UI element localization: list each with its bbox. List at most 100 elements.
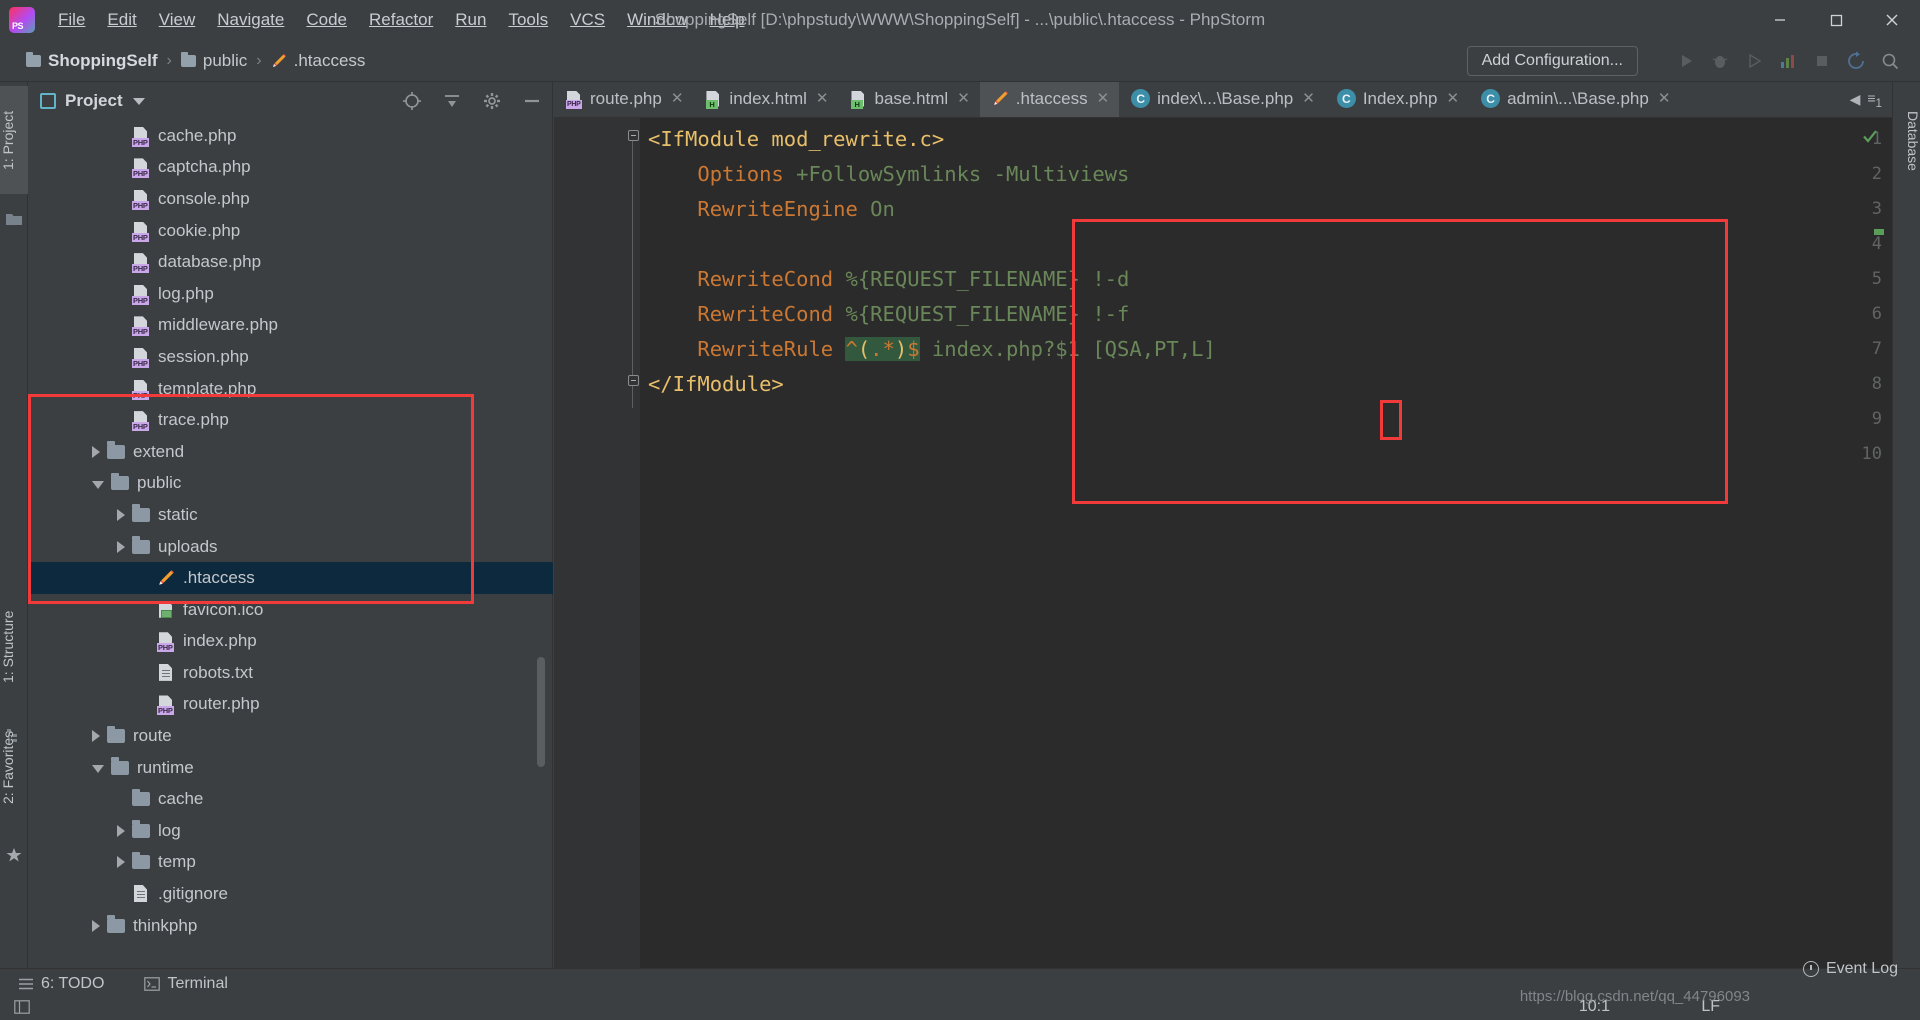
tree-row-runtime[interactable]: runtime (28, 752, 553, 784)
run-icon[interactable] (1676, 51, 1696, 71)
tree-row-cache-php[interactable]: cache.php (28, 120, 553, 152)
editor-tab-index-----base-php[interactable]: index\...\Base.php ✕ (1119, 82, 1325, 117)
code-editor[interactable]: 1 2 3 4 5 6 7 8 9 10 <IfModule mod_rewrite.c> Opt… (554, 118, 1892, 968)
close-icon[interactable]: ✕ (1302, 91, 1315, 106)
project-tree-scrollbar[interactable] (537, 657, 545, 767)
chevron-right-icon[interactable] (117, 824, 125, 837)
sidebar-tab-project[interactable]: 1: Project (0, 86, 28, 194)
menu-file[interactable]: File (47, 7, 96, 33)
code-line-6[interactable]: RewriteCond %{REQUEST_FILENAME} !-f (648, 297, 1129, 332)
close-icon[interactable]: ✕ (957, 91, 970, 106)
fold-toggle-open[interactable] (627, 118, 639, 153)
close-icon[interactable]: ✕ (671, 91, 684, 106)
tree-row-static[interactable]: static (28, 499, 553, 531)
tree-row-route[interactable]: route (28, 720, 553, 752)
editor-tab-index-html[interactable]: index.html ✕ (693, 82, 838, 117)
menu-vcs[interactable]: VCS (559, 7, 616, 33)
close-icon[interactable]: ✕ (1447, 91, 1460, 106)
tree-row-thinkphp[interactable]: thinkphp (28, 910, 553, 942)
tree-row-log[interactable]: log (28, 815, 553, 847)
close-button[interactable] (1864, 0, 1920, 40)
todo-tool-window-button[interactable]: 6: TODO (18, 975, 104, 993)
menu-code[interactable]: Code (295, 7, 358, 33)
chevron-right-icon[interactable] (92, 730, 100, 743)
chevron-right-icon[interactable] (92, 445, 100, 458)
editor-tab-index-php[interactable]: Index.php ✕ (1325, 82, 1469, 117)
terminal-tool-window-button[interactable]: Terminal (144, 975, 228, 993)
tree-row-favicon-ico[interactable]: favicon.ico (28, 594, 553, 626)
tree-row-middleware-php[interactable]: middleware.php (28, 310, 553, 342)
collapse-all-icon[interactable] (442, 91, 462, 111)
profile-icon[interactable] (1778, 51, 1798, 71)
tree-row-index-php[interactable]: index.php (28, 626, 553, 658)
add-configuration-button[interactable]: Add Configuration... (1466, 46, 1638, 76)
tree-row-log-php[interactable]: log.php (28, 278, 553, 310)
chevron-right-icon[interactable] (117, 508, 125, 521)
settings-gear-icon[interactable] (482, 91, 502, 111)
tree-row-captcha-php[interactable]: captcha.php (28, 152, 553, 184)
folder-icon[interactable] (6, 212, 22, 228)
chevron-right-icon[interactable] (92, 919, 100, 932)
sidebar-tab-favorites[interactable]: 2: Favorites (0, 702, 28, 832)
chevron-down-icon[interactable] (132, 97, 145, 105)
tree-row--gitignore[interactable]: .gitignore (28, 878, 553, 910)
tree-row-uploads[interactable]: uploads (28, 531, 553, 563)
chevron-right-icon[interactable] (117, 856, 125, 869)
tree-row-database-php[interactable]: database.php (28, 246, 553, 278)
close-icon[interactable]: ✕ (1097, 91, 1110, 106)
close-icon[interactable]: ✕ (1658, 91, 1671, 106)
tabs-overflow-arrow-icon[interactable]: ◀ (1850, 91, 1861, 108)
code-line-5[interactable]: RewriteCond %{REQUEST_FILENAME} !-d (648, 262, 1129, 297)
sidebar-tab-structure[interactable]: 1: Structure (0, 582, 28, 712)
menu-tools[interactable]: Tools (497, 7, 559, 33)
project-tree[interactable]: cache.php captcha.php console.php cookie.ph… (28, 120, 553, 990)
breadcrumb-item-project[interactable]: ShoppingSelf (26, 51, 158, 71)
toggle-sidebar-icon[interactable] (14, 1000, 30, 1018)
code-line-7[interactable]: RewriteRule ^(.*)$ index.php?$1 [QSA,PT,… (648, 332, 1216, 367)
editor-tab-base-html[interactable]: base.html ✕ (838, 82, 979, 117)
chevron-down-icon[interactable] (92, 765, 104, 774)
hide-panel-icon[interactable] (522, 91, 542, 111)
maximize-button[interactable] (1808, 0, 1864, 40)
tree-row-router-php[interactable]: router.php (28, 689, 553, 721)
tree-row--htaccess[interactable]: .htaccess (28, 562, 553, 594)
tree-row-extend[interactable]: extend (28, 436, 553, 468)
search-everywhere-icon[interactable] (1880, 51, 1900, 71)
code-line-8[interactable]: </IfModule> (648, 367, 784, 402)
tabs-list-icon[interactable]: ≡1 (1867, 90, 1882, 110)
tree-row-session-php[interactable]: session.php (28, 341, 553, 373)
tree-row-trace-php[interactable]: trace.php (28, 404, 553, 436)
menu-refactor[interactable]: Refactor (358, 7, 444, 33)
error-stripe-marker[interactable] (1874, 222, 1884, 235)
chevron-right-icon[interactable] (117, 540, 125, 553)
tree-row-template-php[interactable]: template.php (28, 373, 553, 405)
breadcrumb-item-file[interactable]: .htaccess (271, 51, 365, 71)
menu-window[interactable]: Window (616, 7, 698, 33)
editor-gutter[interactable] (554, 118, 640, 968)
event-log-button[interactable]: Event Log (1802, 960, 1898, 978)
tree-row-robots-txt[interactable]: robots.txt (28, 657, 553, 689)
editor-tab-route-php[interactable]: route.php ✕ (554, 82, 693, 117)
code-content[interactable]: <IfModule mod_rewrite.c> Options +Follow… (640, 118, 1892, 968)
star-icon[interactable] (6, 847, 22, 863)
update-project-icon[interactable] (1846, 51, 1866, 71)
menu-navigate[interactable]: Navigate (206, 7, 295, 33)
editor-tab--htaccess[interactable]: .htaccess ✕ (979, 82, 1120, 117)
inspection-ok-icon[interactable] (1862, 128, 1878, 144)
breadcrumb-item-public[interactable]: public (180, 51, 247, 71)
editor-tab-bar[interactable]: route.php✕index.html✕base.html✕.htaccess… (554, 82, 1892, 118)
chevron-down-icon[interactable] (92, 480, 104, 489)
code-line-1[interactable]: <IfModule mod_rewrite.c> (648, 122, 944, 157)
debug-icon[interactable] (1710, 51, 1730, 71)
fold-toggle-close[interactable] (627, 363, 639, 398)
stop-icon[interactable] (1812, 51, 1832, 71)
run-with-coverage-icon[interactable] (1744, 51, 1764, 71)
code-line-2[interactable]: Options +FollowSymlinks -Multiviews (648, 157, 1129, 192)
tree-row-temp[interactable]: temp (28, 847, 553, 879)
tree-row-cache[interactable]: cache (28, 783, 553, 815)
tree-row-cookie-php[interactable]: cookie.php (28, 215, 553, 247)
tree-row-public[interactable]: public (28, 468, 553, 500)
menu-edit[interactable]: Edit (96, 7, 147, 33)
menu-run[interactable]: Run (444, 7, 497, 33)
code-line-3[interactable]: RewriteEngine On (648, 192, 894, 227)
